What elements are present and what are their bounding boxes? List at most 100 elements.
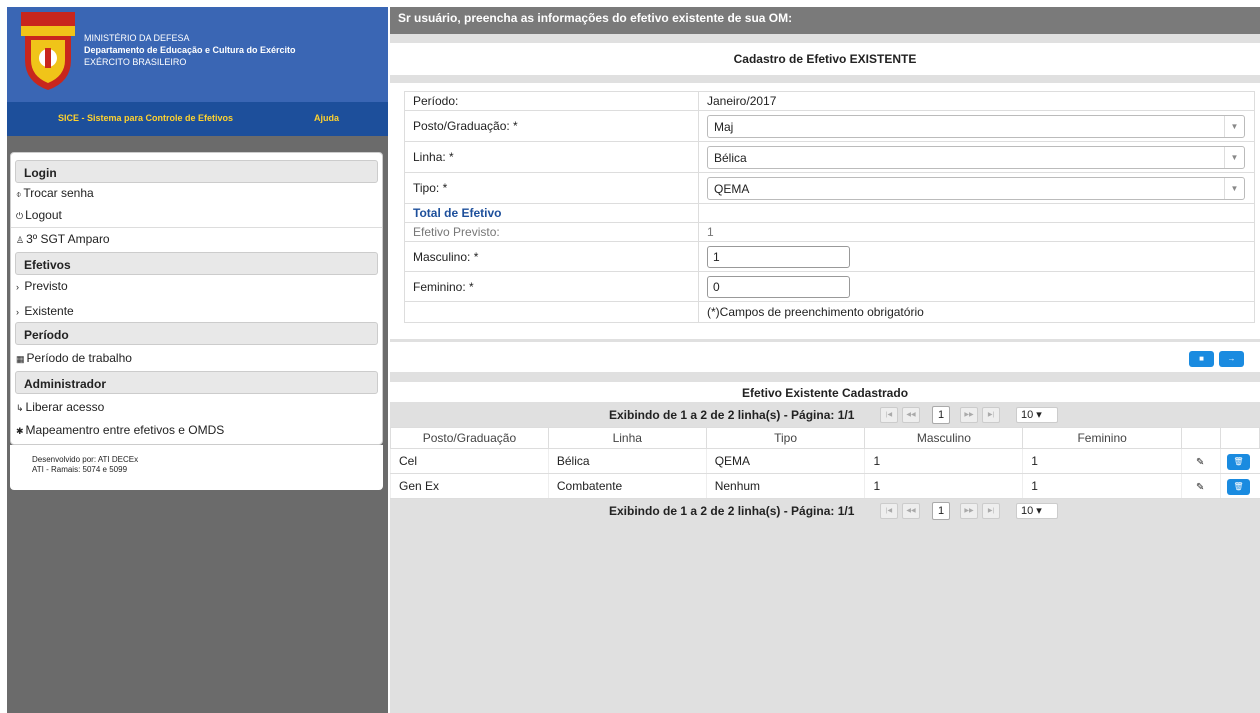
previsto-label: Efetivo Previsto: xyxy=(404,222,699,242)
feminino-input[interactable]: 0 xyxy=(707,275,850,298)
col-masculino[interactable]: Masculino xyxy=(864,427,1024,449)
instruction-bar: Sr usuário, preencha as informações do e… xyxy=(390,7,1260,34)
col-delete xyxy=(1219,427,1260,449)
help-link[interactable]: Ajuda xyxy=(314,113,339,123)
prev-page-button[interactable]: ◀◀ xyxy=(902,407,920,423)
trash-icon: 🗑 xyxy=(1233,456,1244,466)
col-posto[interactable]: Posto/Graduação xyxy=(390,427,549,449)
prev-page-button[interactable]: ◀◀ xyxy=(902,503,920,519)
system-title: SICE - Sistema para Controle de Efetivos xyxy=(58,113,234,123)
posto-select[interactable]: Maj ▼ xyxy=(707,114,1245,138)
menu-item-label: Mapeamentro entre efetivos e OMDS xyxy=(25,423,225,437)
trash-icon: 🗑 xyxy=(1233,481,1244,491)
side-menu: Login ⌽ Trocar senha ⏻ Logout ♙ 3º SGT Ampa… xyxy=(10,152,383,445)
menu-item-previsto[interactable]: › Previsto xyxy=(16,279,68,293)
main-panel: Sr usuário, preencha as informações do e… xyxy=(390,7,1260,713)
tipo-select[interactable]: QEMA ▼ xyxy=(707,176,1245,200)
linha-selected-value: Bélica xyxy=(714,150,747,165)
current-page[interactable]: 1 xyxy=(932,502,950,520)
form-row-masculino: Masculino: * 1 xyxy=(404,241,1255,272)
menu-item-label: Existente xyxy=(24,304,74,318)
menu-item-mapeamento[interactable]: ✱ Mapeamentro entre efetivos e OMDS xyxy=(16,423,224,437)
tipo-selected-value: QEMA xyxy=(714,181,750,196)
menu-item-label: Liberar acesso xyxy=(25,400,105,414)
form-row-feminino: Feminino: * 0 xyxy=(404,271,1255,302)
cell-linha: Combatente xyxy=(547,473,707,499)
col-feminino[interactable]: Feminino xyxy=(1022,427,1183,449)
cell-tipo: Nenhum xyxy=(705,473,865,499)
next-button[interactable]: → xyxy=(1219,351,1244,367)
menu-header-efetivos: Efetivos xyxy=(15,252,378,275)
menu-item-label: Previsto xyxy=(24,279,68,293)
linha-select[interactable]: Bélica ▼ xyxy=(707,145,1245,169)
save-button[interactable]: ■ xyxy=(1189,351,1214,367)
linha-label: Linha: * xyxy=(404,141,699,173)
first-page-button[interactable]: |◀ xyxy=(880,503,898,519)
delete-button[interactable]: 🗑 xyxy=(1226,478,1250,495)
edit-cell: ✎ xyxy=(1181,448,1221,474)
posto-selected-value: Maj xyxy=(714,119,734,134)
delete-button[interactable]: 🗑 xyxy=(1226,453,1250,470)
chevron-down-icon[interactable]: ▼ xyxy=(1224,177,1244,199)
key-icon: ⌽ xyxy=(16,189,22,199)
form-panel: Período: Janeiro/2017 Posto/Graduação: *… xyxy=(390,83,1260,339)
chevron-right-icon: › xyxy=(16,307,19,317)
cell-tipo: QEMA xyxy=(705,448,865,474)
form-row-total: Total de Efetivo xyxy=(404,203,1255,223)
masculino-input[interactable]: 1 xyxy=(707,245,850,268)
form-row-posto: Posto/Graduação: * Maj ▼ xyxy=(404,110,1255,142)
col-edit xyxy=(1181,427,1221,449)
col-linha[interactable]: Linha xyxy=(547,427,707,449)
form-row-note: (*)Campos de preenchimento obrigatório xyxy=(404,301,1255,323)
brand-header: MINISTÉRIO DA DEFESA Departamento de Edu… xyxy=(7,7,388,102)
pencil-icon[interactable]: ✎ xyxy=(1196,457,1204,468)
efetivo-table: Posto/Graduação Linha Tipo Masculino Fem… xyxy=(390,427,1260,499)
rows-per-page-select[interactable]: 10 ▾ xyxy=(1016,503,1058,519)
first-page-button[interactable]: |◀ xyxy=(880,407,898,423)
menu-item-label: Período de trabalho xyxy=(26,351,132,365)
rows-per-page-select[interactable]: 10 ▾ xyxy=(1016,407,1058,423)
pager-info: Exibindo de 1 a 2 de 2 linha(s) - Página… xyxy=(609,504,855,518)
cell-posto: Cel xyxy=(390,448,549,474)
credits: Desenvolvido por: ATI DECEx ATI - Ramais… xyxy=(10,445,383,490)
list-grid-wrapper: Posto/Graduação Linha Tipo Masculino Fem… xyxy=(390,427,1260,499)
menu-item-periodo-trabalho[interactable]: ▦ Período de trabalho xyxy=(16,351,132,365)
form-row-tipo: Tipo: * QEMA ▼ xyxy=(404,172,1255,204)
menu-item-logout[interactable]: ⏻ Logout xyxy=(16,208,62,222)
menu-item-trocar-senha[interactable]: ⌽ Trocar senha xyxy=(16,186,94,200)
form-actions: ■ → xyxy=(390,342,1260,372)
list-title: Efetivo Existente Cadastrado xyxy=(741,386,909,400)
calendar-icon: ▦ xyxy=(16,354,25,364)
last-page-button[interactable]: ▶| xyxy=(982,407,1000,423)
next-page-button[interactable]: ▶▶ xyxy=(960,503,978,519)
posto-cell: Maj ▼ xyxy=(698,110,1255,142)
col-tipo[interactable]: Tipo xyxy=(705,427,866,449)
table-row: Cel Bélica QEMA 1 1 ✎ 🗑 xyxy=(390,448,1260,474)
unlock-icon: ↳ xyxy=(16,403,24,413)
edit-cell: ✎ xyxy=(1181,473,1221,499)
form-row-linha: Linha: * Bélica ▼ xyxy=(404,141,1255,173)
cell-linha: Bélica xyxy=(547,448,707,474)
next-page-button[interactable]: ▶▶ xyxy=(960,407,978,423)
power-icon: ⏻ xyxy=(16,211,24,221)
feminino-label: Feminino: * xyxy=(404,271,699,302)
pager-info: Exibindo de 1 a 2 de 2 linha(s) - Página… xyxy=(609,408,855,422)
note-empty-cell xyxy=(404,301,699,323)
current-page[interactable]: 1 xyxy=(932,406,950,424)
form-title: Cadastro de Efetivo EXISTENTE xyxy=(733,52,917,66)
tipo-cell: QEMA ▼ xyxy=(698,172,1255,204)
posto-label: Posto/Graduação: * xyxy=(404,110,699,142)
menu-header-periodo: Período xyxy=(15,322,378,345)
linha-cell: Bélica ▼ xyxy=(698,141,1255,173)
chevron-down-icon[interactable]: ▼ xyxy=(1224,115,1244,137)
menu-item-existente[interactable]: › Existente xyxy=(16,304,74,318)
menu-item-liberar-acesso[interactable]: ↳ Liberar acesso xyxy=(16,400,104,414)
brand-department: Departamento de Educação e Cultura do Ex… xyxy=(84,45,296,55)
previsto-value: 1 xyxy=(698,222,1255,242)
pencil-icon[interactable]: ✎ xyxy=(1196,482,1204,493)
chevron-down-icon[interactable]: ▼ xyxy=(1224,146,1244,168)
instruction-text: Sr usuário, preencha as informações do e… xyxy=(398,11,793,25)
user-icon: ♙ xyxy=(16,235,25,245)
total-section-heading: Total de Efetivo xyxy=(404,203,699,223)
last-page-button[interactable]: ▶| xyxy=(982,503,1000,519)
